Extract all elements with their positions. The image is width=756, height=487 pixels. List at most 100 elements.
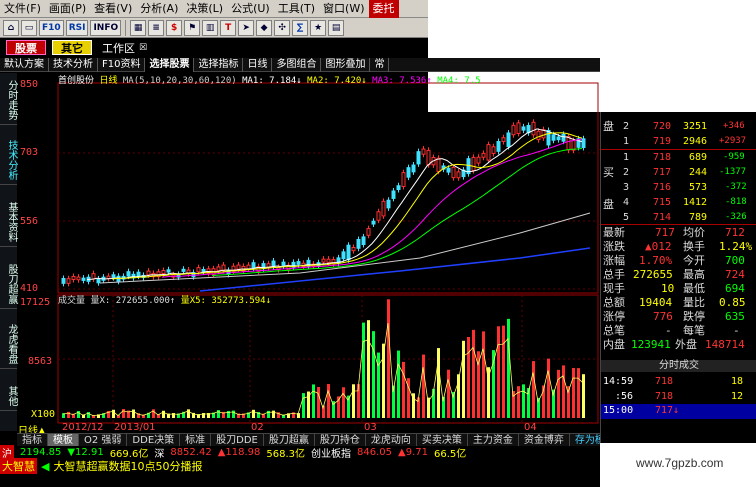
stat-row: 涨幅 1.70% 今开 700: [601, 254, 756, 267]
tab-dragon-trend[interactable]: 龙虎动向: [366, 433, 417, 447]
stock-module-button[interactable]: 股票: [6, 40, 46, 55]
candle-body: [406, 167, 411, 178]
quote-panel: 盘 2 720 3251 +346 1 719 2946 +2937 买 盘 1…: [600, 112, 756, 443]
trade-row: :56 718 12: [601, 390, 756, 403]
f10-button[interactable]: F10: [39, 19, 64, 36]
volume-bar: [317, 386, 320, 418]
grid-icon[interactable]: ▦: [130, 19, 147, 36]
dollar-button[interactable]: $: [166, 19, 183, 36]
candle-body: [361, 236, 366, 246]
volume-bar: [372, 331, 375, 418]
sz-index: 8852.42: [170, 447, 212, 458]
status-line: 大智慧 ◀ 大智慧超赢数据10点50分播报: [0, 458, 600, 474]
trade-time: 14:59: [603, 376, 634, 387]
tab-common[interactable]: 常: [370, 57, 390, 72]
candle-body: [356, 238, 361, 249]
trade-row: 14:59 718 18: [601, 375, 756, 388]
other-module-button[interactable]: 其它: [52, 40, 92, 55]
stat-value: 712: [725, 226, 745, 239]
menu-window[interactable]: 窗口(W): [319, 0, 368, 18]
tab-default-scheme[interactable]: 默认方案: [0, 57, 49, 72]
menu-view[interactable]: 查看(V): [90, 0, 136, 18]
info-button[interactable]: INFO: [90, 19, 122, 36]
candle-body: [381, 200, 386, 217]
trade-price: 717↓: [655, 405, 680, 416]
candle-body: [296, 261, 301, 265]
tab-overlay[interactable]: 图形叠加: [321, 57, 371, 72]
tab-select-indicator[interactable]: 选择指标: [194, 57, 244, 72]
star-icon[interactable]: ★: [310, 19, 327, 36]
arrow-icon[interactable]: ➤: [238, 19, 255, 36]
diamond-icon[interactable]: ◆: [256, 19, 273, 36]
ma-line: [161, 138, 583, 278]
volume-bar: [562, 365, 565, 418]
menu-formula[interactable]: 公式(U): [227, 0, 274, 18]
trade-row-selected[interactable]: 15:00 717↓: [601, 404, 756, 419]
chart-icon[interactable]: ▥: [202, 19, 219, 36]
menu-analysis[interactable]: 分析(A): [136, 0, 182, 18]
volume-ma5-value: 量X5: 352773.594↓: [180, 296, 271, 306]
ask-change: +2937: [719, 136, 747, 146]
tab-daily[interactable]: 日线: [243, 57, 273, 72]
tab-template[interactable]: 模板: [48, 433, 79, 447]
menu-decision[interactable]: 决策(L): [182, 0, 227, 18]
candle-body: [366, 228, 371, 236]
candle-body: [136, 271, 141, 277]
bid-price: 714: [653, 212, 672, 223]
workspace-label[interactable]: 工作区: [102, 40, 135, 56]
bid-level: 3: [623, 182, 630, 193]
trades-header[interactable]: 分时成交: [601, 360, 756, 372]
tab-select-stock[interactable]: 选择股票: [145, 57, 195, 72]
compass-icon[interactable]: ✣: [274, 19, 291, 36]
window-icon[interactable]: ▭: [21, 19, 37, 36]
tab-standard[interactable]: 标准: [180, 433, 212, 447]
menu-view-screen[interactable]: 画面(P): [45, 0, 90, 18]
tab-f10[interactable]: F10资料: [98, 57, 146, 72]
sum-button[interactable]: ∑: [292, 19, 309, 36]
volume-bar: [112, 409, 115, 418]
x-label-5: 04: [524, 422, 537, 433]
bid-volume: 689: [689, 152, 708, 163]
candle-body: [386, 199, 391, 209]
bid-price: 715: [653, 197, 672, 208]
close-icon[interactable]: ☒: [139, 43, 147, 53]
list-icon[interactable]: ≡: [148, 19, 165, 36]
volume-bar: [497, 326, 500, 418]
menu-trade[interactable]: 委托: [368, 0, 399, 18]
candle-body: [556, 136, 561, 141]
tab-indicator[interactable]: 指标: [17, 433, 48, 447]
brand-badge[interactable]: 大智慧: [0, 458, 37, 474]
sz-amount: 568.3亿: [266, 449, 306, 460]
flag-icon[interactable]: ⚑: [184, 19, 201, 36]
tab-fund-game[interactable]: 资金博弈: [519, 433, 570, 447]
bid-price: 717: [653, 167, 672, 178]
tab-multi-chart[interactable]: 多图组合: [272, 57, 322, 72]
ask-volume: 2946: [683, 136, 708, 147]
trade-volume: 18: [731, 376, 744, 387]
ma2-value: MA2: 7.420↓: [307, 76, 367, 86]
tab-main-funds[interactable]: 主力资金: [468, 433, 519, 447]
toolbar: ⌂ ▭ F10 RSI INFO ▦ ≡ $ ⚑ ▥ T ➤ ◆ ✣ ∑ ★ ▤: [0, 18, 428, 38]
broadcast-text[interactable]: 大智慧超赢数据10点50分播报: [53, 458, 202, 474]
t-button[interactable]: T: [220, 19, 237, 36]
home-icon[interactable]: ⌂: [3, 19, 19, 36]
bid-change: -818: [725, 197, 747, 207]
menu-bar: 文件(F) 画面(P) 查看(V) 分析(A) 决策(L) 公式(U) 工具(T…: [0, 0, 428, 18]
candle-body: [181, 268, 186, 272]
candle-body: [76, 276, 81, 281]
volume-bar: [302, 393, 305, 418]
candle-body: [326, 258, 331, 263]
volume-bar: [447, 369, 450, 418]
tab-gudao-dde[interactable]: 股刀DDE: [211, 433, 264, 447]
menu-file[interactable]: 文件(F): [0, 0, 45, 18]
stat-label: 涨停: [603, 310, 625, 323]
rsi-button[interactable]: RSI: [65, 19, 89, 36]
menu-tools[interactable]: 工具(T): [274, 0, 319, 18]
candle-body: [401, 172, 406, 188]
volume-bar: [472, 329, 475, 418]
stat-row: 总额 19404 量比 0.85: [601, 296, 756, 309]
volume-bar: [482, 331, 485, 418]
calc-icon[interactable]: ▤: [328, 19, 345, 36]
stock-app-window: 文件(F) 画面(P) 查看(V) 分析(A) 决策(L) 公式(U) 工具(T…: [0, 0, 756, 487]
tab-tech-analysis[interactable]: 技术分析: [49, 57, 98, 72]
